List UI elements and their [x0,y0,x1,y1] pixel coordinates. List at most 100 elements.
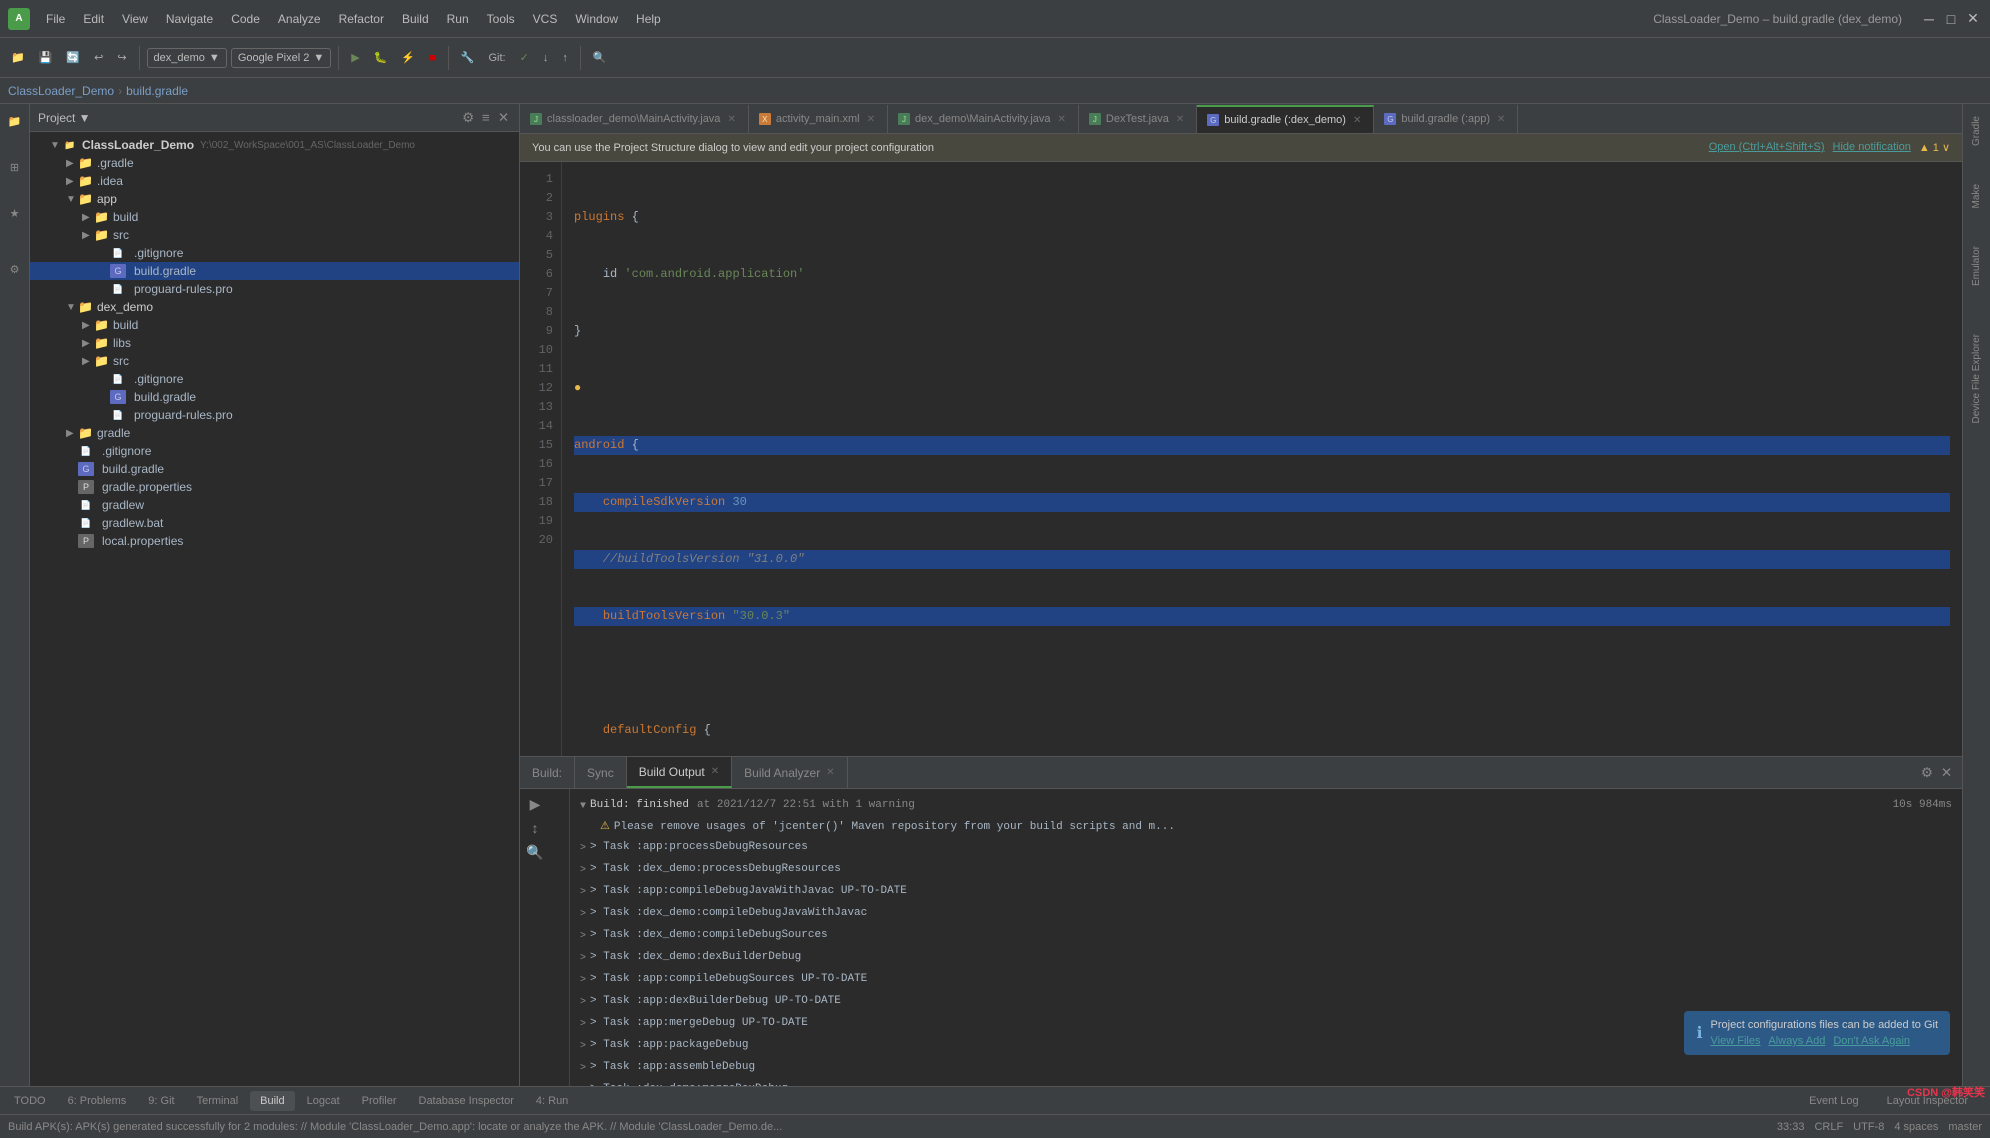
menu-run[interactable]: Run [439,8,477,30]
tab-dextest[interactable]: J DexTest.java ✕ [1079,105,1197,133]
tree-dexdemo-gitignore[interactable]: 📄 .gitignore [30,370,519,388]
tree-dexdemo-libs[interactable]: ▶ 📁 libs [30,334,519,352]
maximize-button[interactable]: □ [1942,10,1960,28]
menu-vcs[interactable]: VCS [525,8,566,30]
code-editor[interactable]: 1 2 3 4 5 6 7 8 9 10 11 12 13 14 15 16 1 [520,162,1962,756]
menu-tools[interactable]: Tools [479,8,523,30]
tree-build-folder[interactable]: ▶ 📁 build [30,208,519,226]
tree-gradlew-bat[interactable]: 📄 gradlew.bat [30,514,519,532]
menu-file[interactable]: File [38,8,73,30]
build-task-1[interactable]: > > Task :app:processDebugResources [580,837,1952,859]
bottom-tab-database[interactable]: Database Inspector [409,1091,524,1111]
profile-button[interactable]: ⚡ [396,48,420,67]
bottom-tab-problems[interactable]: 6: Problems [58,1091,137,1111]
vtab-make[interactable]: Make [1967,176,1986,216]
build-task-2[interactable]: > > Task :dex_demo:processDebugResources [580,859,1952,881]
open-project-structure-link[interactable]: Open (Ctrl+Alt+Shift+S) [1709,141,1825,154]
module-dropdown[interactable]: dex_demo ▼ [147,48,227,68]
tab-close-icon[interactable]: ✕ [865,113,877,126]
tab-sync[interactable]: Sync [575,757,627,788]
always-add-link[interactable]: Always Add [1768,1035,1825,1047]
tree-src-folder[interactable]: ▶ 📁 src [30,226,519,244]
open-folder-button[interactable]: 📁 [6,48,30,67]
tree-gradle-props[interactable]: P gradle.properties [30,478,519,496]
tab-build-analyzer[interactable]: Build Analyzer ✕ [732,757,847,788]
sync-project-button[interactable]: 🔧 [456,48,480,67]
build-task-4[interactable]: > > Task :dex_demo:compileDebugJavaWithJ… [580,903,1952,925]
menu-window[interactable]: Window [567,8,626,30]
menu-analyze[interactable]: Analyze [270,8,329,30]
tree-dexdemo-folder[interactable]: ▼ 📁 dex_demo [30,298,519,316]
sync-button[interactable]: 🔄 [61,48,85,67]
redo-button[interactable]: ↪ [112,48,131,67]
hide-notification-link[interactable]: Hide notification [1833,141,1911,154]
menu-navigate[interactable]: Navigate [158,8,221,30]
build-filter-icon[interactable]: 🔍 [524,841,546,863]
tab-close-icon[interactable]: ✕ [1174,113,1186,126]
build-settings-button[interactable]: ⚙ [1919,763,1935,783]
panel-gear-button[interactable]: ≡ [480,108,492,128]
build-result-item[interactable]: ▼ Build: finished at 2021/12/7 22:51 wit… [580,795,1952,817]
vtab-device-file[interactable]: Device File Explorer [1967,326,1986,431]
bottom-tab-profiler[interactable]: Profiler [352,1091,407,1111]
tree-gradle-root[interactable]: ▶ 📁 gradle [30,424,519,442]
tab-close-icon[interactable]: ✕ [1056,113,1068,126]
save-button[interactable]: 💾 [34,48,58,67]
tab-close-icon[interactable]: ✕ [1495,113,1507,126]
indent[interactable]: 4 spaces [1894,1121,1938,1133]
tree-gradlew[interactable]: 📄 gradlew [30,496,519,514]
tab-build[interactable]: Build: [520,757,575,788]
run-button[interactable]: ▶ [346,48,364,67]
build-task-3[interactable]: > > Task :app:compileDebugJavaWithJavac … [580,881,1952,903]
tab-close-icon[interactable]: ✕ [1351,114,1363,127]
tree-dexdemo-src[interactable]: ▶ 📁 src [30,352,519,370]
breadcrumb-project[interactable]: ClassLoader_Demo [8,84,114,98]
build-expand-icon[interactable]: ▶ [524,793,546,815]
minimize-button[interactable]: ─ [1920,10,1938,28]
panel-settings-button[interactable]: ⚙ [460,108,476,128]
git-update-button[interactable]: ↓ [538,49,554,67]
panel-close-button[interactable]: ✕ [496,108,511,128]
bottom-tab-build[interactable]: Build [250,1091,294,1111]
build-task-7[interactable]: > > Task :app:compileDebugSources UP-TO-… [580,969,1952,991]
tree-dexdemo-build[interactable]: ▶ 📁 build [30,316,519,334]
sidebar-favorites-icon[interactable]: ★ [2,200,28,226]
menu-build[interactable]: Build [394,8,437,30]
tree-dexdemo-buildgradle[interactable]: G build.gradle [30,388,519,406]
tab-buildgradle-app[interactable]: G build.gradle (:app) ✕ [1374,105,1518,133]
menu-help[interactable]: Help [628,8,669,30]
build-collapse-icon[interactable]: ↕ [524,817,546,839]
menu-view[interactable]: View [114,8,156,30]
tab-buildgradle-dex[interactable]: G build.gradle (:dex_demo) ✕ [1197,105,1374,133]
tree-root-gitignore[interactable]: 📄 .gitignore [30,442,519,460]
dont-ask-again-link[interactable]: Don't Ask Again [1833,1035,1910,1047]
tree-root[interactable]: ▼ 📁 ClassLoader_Demo Y:\002_WorkSpace\00… [30,136,519,154]
bottom-tab-run[interactable]: 4: Run [526,1091,578,1111]
build-task-5[interactable]: > > Task :dex_demo:compileDebugSources [580,925,1952,947]
build-task-12[interactable]: > > Task :dex_demo:mergeDexDebug [580,1079,1952,1086]
tree-proguard-app[interactable]: 📄 proguard-rules.pro [30,280,519,298]
bottom-tab-todo[interactable]: TODO [4,1091,56,1111]
sidebar-project-icon[interactable]: 📁 [2,108,28,134]
tree-dexdemo-proguard[interactable]: 📄 proguard-rules.pro [30,406,519,424]
menu-code[interactable]: Code [223,8,268,30]
bottom-tab-terminal[interactable]: Terminal [187,1091,249,1111]
bottom-tab-eventlog[interactable]: Event Log [1799,1091,1869,1111]
tree-gitignore-app[interactable]: 📄 .gitignore [30,244,519,262]
tab-build-output[interactable]: Build Output ✕ [627,757,732,788]
sidebar-build-variants-icon[interactable]: ⚙ [2,256,28,282]
find-button[interactable]: 🔍 [588,48,612,67]
tab-mainactivity[interactable]: J classloader_demo\MainActivity.java ✕ [520,105,749,133]
tree-local-props[interactable]: P local.properties [30,532,519,550]
git-branch[interactable]: master [1948,1121,1982,1133]
build-warning-item[interactable]: ⚠ Please remove usages of 'jcenter()' Ma… [580,817,1952,837]
charset[interactable]: UTF-8 [1853,1121,1884,1133]
tree-buildgradle-app[interactable]: G build.gradle [30,262,519,280]
tree-gradle-folder[interactable]: ▶ 📁 .gradle [30,154,519,172]
sidebar-structure-icon[interactable]: ⊞ [2,154,28,180]
tab-close-icon[interactable]: ✕ [725,113,737,126]
tree-root-buildgradle[interactable]: G build.gradle [30,460,519,478]
code-content[interactable]: plugins { id 'com.android.application' }… [562,162,1962,756]
tab-dex-mainactivity[interactable]: J dex_demo\MainActivity.java ✕ [888,105,1079,133]
stop-button[interactable]: ■ [424,49,441,67]
